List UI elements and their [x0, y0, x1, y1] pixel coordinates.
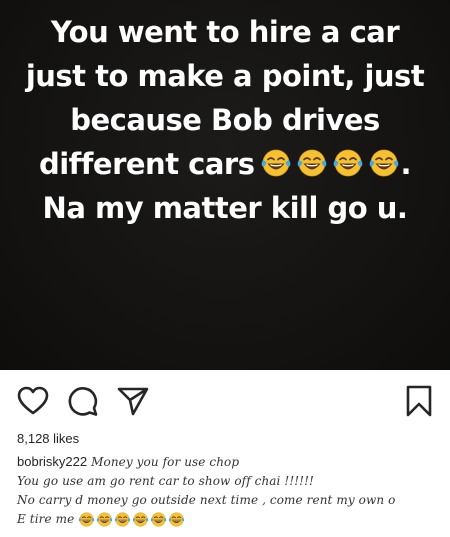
post-text: You went to hire a car just to make a po…	[0, 10, 450, 230]
tears-of-joy-emoji-icon-1	[260, 147, 292, 179]
tears-of-joy-emoji-icon-2	[296, 147, 328, 179]
comment-text-4: E tire me	[17, 512, 75, 526]
comment-line-1: bobrisky222 Money you for use chop	[17, 452, 442, 472]
paper-plane-icon[interactable]	[116, 384, 150, 418]
comment-line-2: You go use am go rent car to show off ch…	[17, 472, 442, 491]
comment-tears-of-joy-emoji-icon-6	[168, 511, 185, 528]
comment-line-4: E tire me	[17, 510, 442, 529]
bookmark-icon[interactable]	[404, 384, 434, 418]
comment-line-3: No carry d money go outside next time , …	[17, 491, 442, 510]
tears-of-joy-emoji-icon-3	[332, 147, 364, 179]
comment-tears-of-joy-emoji-icon-3	[114, 511, 131, 528]
comment-tears-of-joy-emoji-icon-5	[150, 511, 167, 528]
comment-emoji-row	[78, 511, 185, 528]
comment-text-3: No carry d money go outside next time , …	[17, 493, 396, 507]
comment-icon[interactable]	[66, 384, 100, 418]
post-text-line-3: because Bob drives	[70, 103, 380, 137]
action-bar	[0, 384, 450, 418]
comment-text-2: You go use am go rent car to show off ch…	[17, 474, 314, 488]
comment: bobrisky222 Money you for use chop You go…	[17, 452, 442, 529]
comment-tears-of-joy-emoji-icon-2	[96, 511, 113, 528]
comment-tears-of-joy-emoji-icon-1	[78, 511, 95, 528]
post-text-line-4-text: different cars	[38, 147, 255, 181]
heart-icon[interactable]	[16, 384, 50, 418]
tears-of-joy-emoji-icon-4	[368, 147, 400, 179]
post-image[interactable]: You went to hire a car just to make a po…	[0, 0, 450, 370]
comment-tears-of-joy-emoji-icon-4	[132, 511, 149, 528]
tears-of-joy-emoji-row	[260, 147, 400, 179]
comment-username[interactable]: bobrisky222	[17, 454, 87, 469]
post-text-line-4: different cars.	[0, 142, 450, 186]
likes-count[interactable]: 8,128 likes	[17, 431, 79, 446]
comment-text-1: Money you for use chop	[91, 455, 240, 469]
post-text-line-4-suffix: .	[400, 147, 412, 181]
post-text-line-1: You went to hire a car	[50, 15, 400, 49]
post-text-line-5: Na my matter kill go u.	[42, 191, 408, 225]
post-text-line-2: just to make a point, just	[25, 59, 425, 93]
